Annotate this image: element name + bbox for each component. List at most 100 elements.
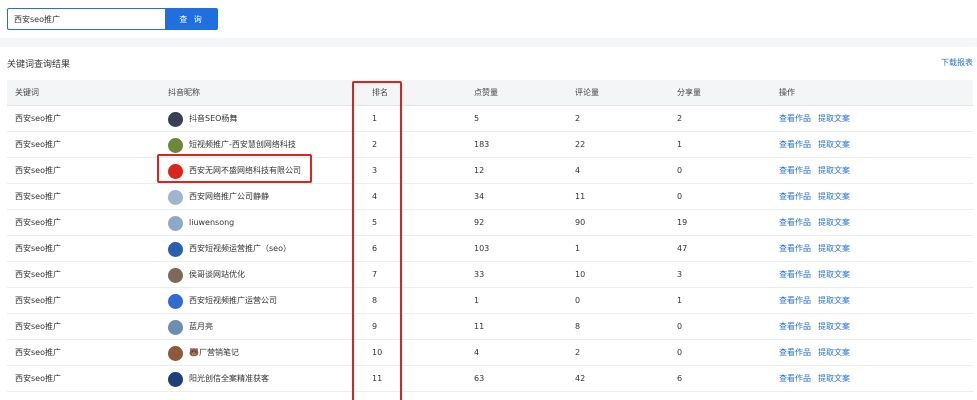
comments-cell: 22 (575, 140, 586, 149)
extract-copy-link[interactable]: 提取文案 (818, 296, 850, 305)
extract-copy-link[interactable]: 提取文案 (818, 166, 850, 175)
shares-cell: 47 (677, 244, 688, 253)
ops-cell: 查看作品 提取文案 (779, 314, 857, 340)
avatar (168, 163, 183, 179)
likes-cell: 183 (474, 140, 490, 149)
keyword-cell: 西安seo推广 (15, 114, 61, 123)
header-comments: 评论量 (575, 88, 599, 97)
extract-copy-link[interactable]: 提取文案 (818, 270, 850, 279)
comments-cell: 10 (575, 270, 586, 279)
view-works-link[interactable]: 查看作品 (779, 322, 811, 331)
results-panel: 关键词查询结果 下载报表 关键词 抖音昵称 排名 点赞量 评论量 分享量 操作 … (0, 47, 977, 400)
nickname-cell: liuwensong (168, 210, 234, 236)
rank-cell: 9 (372, 322, 378, 331)
rank-cell: 8 (372, 296, 378, 305)
nickname-text: 西安网络推广公司静静 (189, 192, 269, 201)
likes-cell: 33 (474, 270, 485, 279)
nickname-text: 侯哥谈网站优化 (189, 270, 245, 279)
shares-cell: 1 (677, 140, 683, 149)
rank-cell: 1 (372, 114, 378, 123)
view-works-link[interactable]: 查看作品 (779, 296, 811, 305)
extract-copy-link[interactable]: 提取文案 (818, 348, 850, 357)
nickname-cell: 短视频推广-西安慧创网络科技 (168, 132, 296, 158)
nickname-text: 西安短视频运营推广（seo） (189, 244, 291, 253)
search-bar: 查 询 (0, 0, 977, 38)
keyword-cell: 西安seo推广 (15, 166, 61, 175)
view-works-link[interactable]: 查看作品 (779, 114, 811, 123)
keyword-cell: 西安seo推广 (15, 140, 61, 149)
keyword-cell: 西安seo推广 (15, 296, 61, 305)
header-likes: 点赞量 (474, 88, 498, 97)
results-table: 关键词 抖音昵称 排名 点赞量 评论量 分享量 操作 西安seo推广 抖音SEO杨… (7, 80, 973, 392)
extract-copy-link[interactable]: 提取文案 (818, 244, 850, 253)
view-works-link[interactable]: 查看作品 (779, 244, 811, 253)
extract-copy-link[interactable]: 提取文案 (818, 140, 850, 149)
ops-cell: 查看作品 提取文案 (779, 158, 857, 184)
view-works-link[interactable]: 查看作品 (779, 218, 811, 227)
table-row: 西安seo推广 蓝月亮 9 11 8 0 查看作品 提取文案 (7, 314, 973, 340)
table-row: 西安seo推广 西安短视频运营推广（seo） 6 103 1 47 查看作品 提取文案 (7, 236, 973, 262)
nickname-cell: 抖音SEO杨舞 (168, 106, 237, 132)
keyword-cell: 西安seo推广 (15, 348, 61, 357)
nickname-text: 🐻厂营销笔记 (189, 348, 239, 357)
view-works-link[interactable]: 查看作品 (779, 140, 811, 149)
rank-cell: 7 (372, 270, 378, 279)
nickname-cell: 西安无网不盛网络科技有限公司 (168, 158, 301, 184)
keyword-cell: 西安seo推广 (15, 374, 61, 383)
nickname-text: 西安无网不盛网络科技有限公司 (189, 166, 301, 175)
keyword-search-input[interactable] (7, 8, 165, 30)
ops-cell: 查看作品 提取文案 (779, 132, 857, 158)
header-rank: 排名 (372, 88, 388, 97)
table-row: 西安seo推广 🐻厂营销笔记 10 4 2 0 查看作品 提取文案 (7, 340, 973, 366)
search-button[interactable]: 查 询 (165, 8, 218, 30)
view-works-link[interactable]: 查看作品 (779, 348, 811, 357)
ops-cell: 查看作品 提取文案 (779, 210, 857, 236)
table-header: 关键词 抖音昵称 排名 点赞量 评论量 分享量 操作 (7, 80, 973, 106)
rank-cell: 5 (372, 218, 378, 227)
table-row: 西安seo推广 短视频推广-西安慧创网络科技 2 183 22 1 查看作品 提取文案 (7, 132, 973, 158)
table-row: 西安seo推广 西安无网不盛网络科技有限公司 3 12 4 0 查看作品 提取文案 (7, 158, 973, 184)
download-report-link[interactable]: 下载报表 (941, 57, 973, 68)
rank-cell: 10 (372, 348, 383, 357)
panel-title: 关键词查询结果 (7, 60, 71, 70)
comments-cell: 1 (575, 244, 581, 253)
nickname-cell: 阳光创信全案精准获客 (168, 366, 269, 392)
ops-cell: 查看作品 提取文案 (779, 340, 857, 366)
avatar (168, 319, 183, 335)
nickname-cell: 西安网络推广公司静静 (168, 184, 269, 210)
comments-cell: 2 (575, 348, 581, 357)
shares-cell: 1 (677, 296, 683, 305)
likes-cell: 5 (474, 114, 480, 123)
nickname-text: liuwensong (189, 218, 235, 227)
avatar (168, 293, 183, 309)
avatar (168, 345, 183, 361)
comments-cell: 42 (575, 374, 586, 383)
extract-copy-link[interactable]: 提取文案 (818, 192, 850, 201)
likes-cell: 12 (474, 166, 485, 175)
likes-cell: 34 (474, 192, 485, 201)
avatar (168, 371, 183, 387)
keyword-cell: 西安seo推广 (15, 270, 61, 279)
likes-cell: 92 (474, 218, 485, 227)
ops-cell: 查看作品 提取文案 (779, 236, 857, 262)
rank-cell: 2 (372, 140, 378, 149)
extract-copy-link[interactable]: 提取文案 (818, 218, 850, 227)
extract-copy-link[interactable]: 提取文案 (818, 374, 850, 383)
shares-cell: 3 (677, 270, 683, 279)
table-row: 西安seo推广 西安网络推广公司静静 4 34 11 0 查看作品 提取文案 (7, 184, 973, 210)
avatar (168, 215, 183, 231)
view-works-link[interactable]: 查看作品 (779, 166, 811, 175)
shares-cell: 0 (677, 348, 683, 357)
comments-cell: 90 (575, 218, 586, 227)
avatar (168, 111, 183, 127)
keyword-cell: 西安seo推广 (15, 244, 61, 253)
extract-copy-link[interactable]: 提取文案 (818, 322, 850, 331)
extract-copy-link[interactable]: 提取文案 (818, 114, 850, 123)
shares-cell: 19 (677, 218, 688, 227)
view-works-link[interactable]: 查看作品 (779, 192, 811, 201)
ops-cell: 查看作品 提取文案 (779, 366, 857, 392)
ops-cell: 查看作品 提取文案 (779, 262, 857, 288)
view-works-link[interactable]: 查看作品 (779, 270, 811, 279)
header-shares: 分享量 (677, 88, 701, 97)
view-works-link[interactable]: 查看作品 (779, 374, 811, 383)
